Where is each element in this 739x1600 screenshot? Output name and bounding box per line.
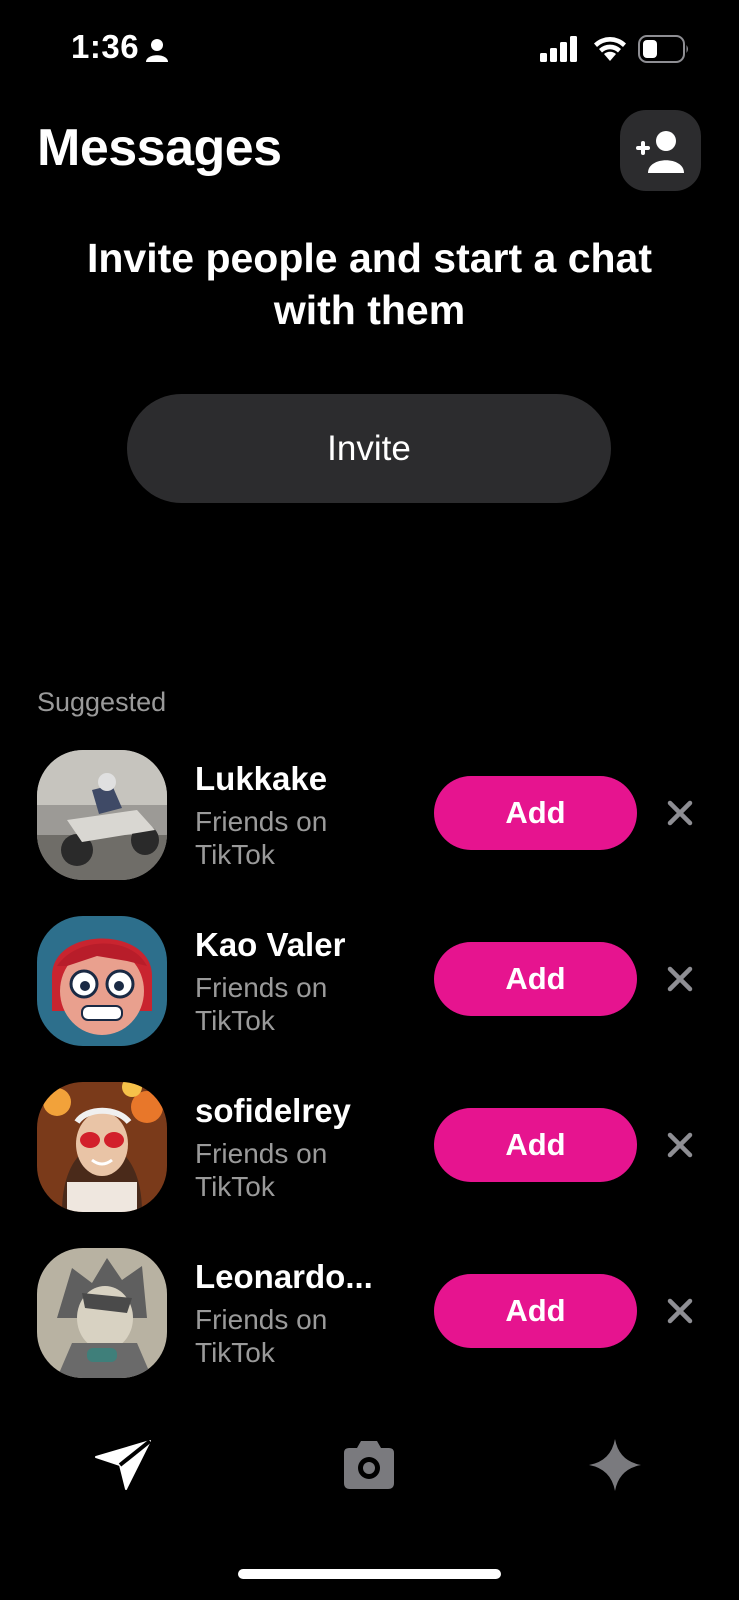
send-icon [95, 1439, 152, 1490]
suggested-subtitle: Friends on TikTok [195, 1304, 328, 1368]
suggested-name: Leonardo... [195, 1258, 373, 1295]
avatar[interactable] [37, 1082, 167, 1212]
add-friend-button[interactable] [620, 110, 701, 191]
avatar[interactable] [37, 1248, 167, 1378]
suggested-item[interactable]: Lukkake Friends on TikTok Add [0, 750, 739, 880]
messages-screen: 1:36 Messages Invite people and start a … [0, 0, 739, 1600]
add-button[interactable]: Add [434, 1108, 637, 1182]
status-bar: 1:36 [0, 0, 739, 100]
suggested-item[interactable]: sofidelrey Friends on TikTok Add [0, 1082, 739, 1212]
add-button[interactable]: Add [434, 1274, 637, 1348]
add-button[interactable]: Add [434, 942, 637, 1016]
avatar[interactable] [37, 750, 167, 880]
add-button[interactable]: Add [434, 776, 637, 850]
person-icon [146, 39, 168, 62]
suggested-item[interactable]: Kao Valer Friends on TikTok Add [0, 916, 739, 1046]
battery-icon [638, 35, 688, 63]
home-indicator[interactable] [238, 1569, 501, 1579]
invite-button[interactable]: Invite [127, 394, 611, 503]
close-icon[interactable] [663, 1128, 697, 1162]
suggested-subtitle: Friends on TikTok [195, 806, 328, 870]
nav-discover[interactable] [570, 1420, 660, 1510]
close-icon[interactable] [663, 962, 697, 996]
close-icon[interactable] [663, 1294, 697, 1328]
suggested-subtitle: Friends on TikTok [195, 972, 328, 1036]
sparkle-icon [589, 1439, 641, 1491]
bottom-nav [0, 1420, 739, 1530]
suggested-label: Suggested [37, 687, 167, 717]
suggested-subtitle: Friends on TikTok [195, 1138, 328, 1202]
page-title: Messages [37, 119, 282, 177]
close-icon[interactable] [663, 796, 697, 830]
wifi-icon [594, 37, 626, 61]
suggested-item[interactable]: Leonardo... Friends on TikTok Add [0, 1248, 739, 1378]
nav-messages[interactable] [78, 1420, 168, 1510]
camera-icon [344, 1441, 394, 1489]
signal-icon [540, 36, 577, 62]
suggested-name: Kao Valer [195, 926, 346, 963]
avatar[interactable] [37, 916, 167, 1046]
add-person-icon [635, 130, 684, 173]
nav-camera[interactable] [324, 1420, 414, 1510]
suggested-name: sofidelrey [195, 1092, 351, 1129]
invite-heading: Invite people and start a chat with them [86, 235, 653, 333]
suggested-name: Lukkake [195, 760, 328, 797]
status-time: 1:36 [71, 28, 140, 65]
